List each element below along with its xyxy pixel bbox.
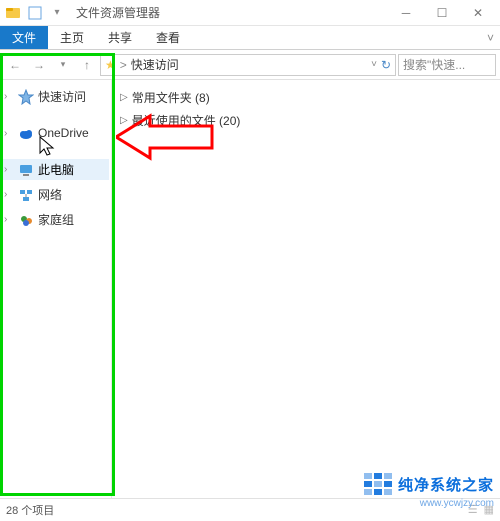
watermark-url: www.ycwjzy.com xyxy=(420,498,494,509)
homegroup-icon xyxy=(18,212,34,228)
chevron-right-icon[interactable]: › xyxy=(4,214,14,225)
watermark-logo-icon xyxy=(364,473,392,495)
chevron-right-icon[interactable]: › xyxy=(4,164,14,175)
status-item-count: 28 个项目 xyxy=(6,502,54,518)
properties-icon[interactable] xyxy=(26,4,44,22)
chevron-right-icon[interactable]: › xyxy=(4,189,14,200)
watermark: 纯净系统之家 xyxy=(364,473,494,495)
forward-button[interactable]: → xyxy=(28,54,50,76)
address-dropdown-icon[interactable]: ˅ xyxy=(371,59,377,70)
refresh-icon[interactable]: ↻ xyxy=(381,58,391,72)
tab-file[interactable]: 文件 xyxy=(0,26,48,49)
address-text: 快速访问 xyxy=(131,56,179,73)
window-controls: ─ ☐ ✕ xyxy=(388,2,496,24)
tab-view[interactable]: 查看 xyxy=(144,26,192,49)
back-button[interactable]: ← xyxy=(4,54,26,76)
star-icon xyxy=(18,89,34,105)
tree-item-label: 家庭组 xyxy=(38,211,74,228)
address-chevron-icon: > xyxy=(120,58,127,72)
group-label: 常用文件夹 (8) xyxy=(132,89,210,106)
cloud-icon xyxy=(18,125,34,141)
search-placeholder: 搜索"快速... xyxy=(403,56,465,73)
network-icon xyxy=(18,187,34,203)
chevron-right-icon[interactable]: ▷ xyxy=(120,92,128,103)
group-header[interactable]: ▷ 常用文件夹 (8) xyxy=(118,86,494,109)
ribbon-tabs: 文件 主页 共享 查看 ˅ xyxy=(0,26,500,50)
group-label: 最近使用的文件 (20) xyxy=(132,112,241,129)
explorer-app-icon xyxy=(4,4,22,22)
quick-access-toolbar: ▾ xyxy=(4,4,66,22)
tree-item-label: 网络 xyxy=(38,186,62,203)
group-header[interactable]: ▷ 最近使用的文件 (20) xyxy=(118,109,494,132)
main-pane: ▷ 常用文件夹 (8) ▷ 最近使用的文件 (20) xyxy=(112,80,500,498)
up-button[interactable]: ↑ xyxy=(76,54,98,76)
tree-item-homegroup[interactable]: › 家庭组 xyxy=(2,209,109,230)
tree-item-network[interactable]: › 网络 xyxy=(2,184,109,205)
ribbon-expand-icon[interactable]: ˅ xyxy=(487,31,494,45)
qat-dropdown-icon[interactable]: ▾ xyxy=(48,4,66,22)
navigation-bar: ← → ▾ ↑ ★ > 快速访问 ˅ ↻ 搜索"快速... xyxy=(0,50,500,80)
pc-icon xyxy=(18,162,34,178)
tree-item-label: OneDrive xyxy=(38,126,89,140)
maximize-button[interactable]: ☐ xyxy=(424,2,460,24)
chevron-right-icon[interactable]: ▷ xyxy=(120,115,128,126)
tree-item-label: 此电脑 xyxy=(38,161,74,178)
title-bar: ▾ 文件资源管理器 ─ ☐ ✕ xyxy=(0,0,500,26)
address-bar[interactable]: ★ > 快速访问 ˅ ↻ xyxy=(100,54,396,76)
tab-share[interactable]: 共享 xyxy=(96,26,144,49)
chevron-right-icon[interactable]: › xyxy=(4,128,14,139)
content-area: › 快速访问 › OneDrive › 此电脑 › 网络 › 家庭组 ▷ 常用文件夹 (8) ▷ 最近使… xyxy=(0,80,500,498)
watermark-brand: 纯净系统之家 xyxy=(398,474,494,495)
tab-home[interactable]: 主页 xyxy=(48,26,96,49)
minimize-button[interactable]: ─ xyxy=(388,2,424,24)
tree-item-pc[interactable]: › 此电脑 xyxy=(2,159,109,180)
navigation-pane: › 快速访问 › OneDrive › 此电脑 › 网络 › 家庭组 xyxy=(0,80,112,498)
tree-item-cloud[interactable]: › OneDrive xyxy=(2,123,109,143)
tree-item-label: 快速访问 xyxy=(38,88,86,105)
search-box[interactable]: 搜索"快速... xyxy=(398,54,496,76)
history-dropdown-icon[interactable]: ▾ xyxy=(52,54,74,76)
tree-item-star[interactable]: › 快速访问 xyxy=(2,86,109,107)
close-button[interactable]: ✕ xyxy=(460,2,496,24)
quick-access-star-icon: ★ xyxy=(105,58,116,72)
chevron-right-icon[interactable]: › xyxy=(4,91,14,102)
window-title: 文件资源管理器 xyxy=(76,4,160,21)
